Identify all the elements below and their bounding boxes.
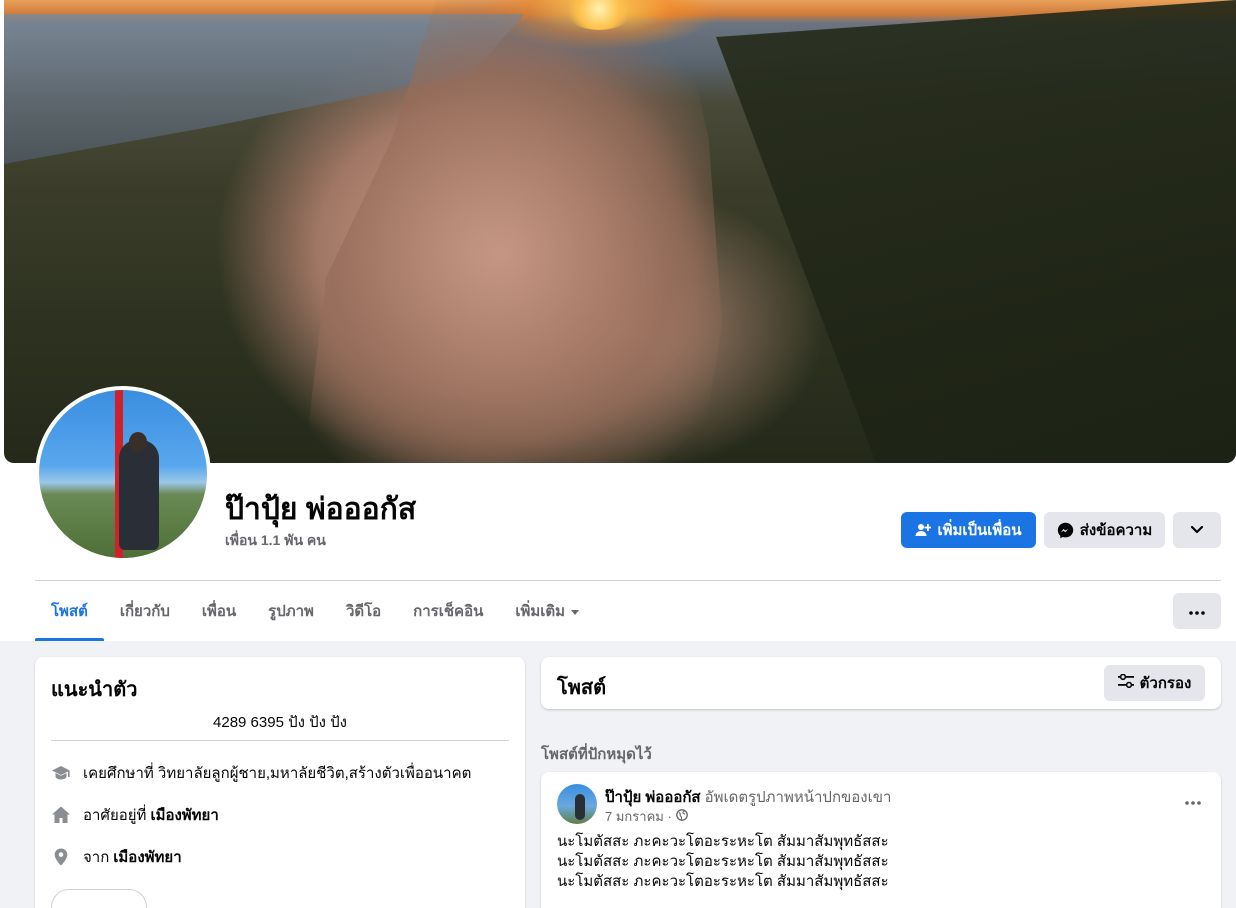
post-action-text: อัพเดตรูปภาพหน้าปกของเขา [704,789,892,806]
friends-count[interactable]: เพื่อน 1.1 พัน คน [225,530,326,552]
home-icon [51,805,71,825]
pinned-post: ป๊าปุ้ย พ่อออกัส อัพเดตรูปภาพหน้าปกของเขา… [541,772,1221,908]
intro-lives: อาศัยอยู่ที่ เมืองพัทยา [51,803,219,827]
pinned-posts-label: โพสต์ที่ปักหมุดไว้ [541,746,652,763]
avatar-head [129,432,147,452]
post-meta: 7 มกราคม · [605,806,688,827]
post-line: นะโมตัสสะ ภะคะวะโตอะระหะโต สัมมาสัมพุทธั… [557,853,889,870]
tab-label: วิดีโอ [345,603,382,620]
tab-about[interactable]: เกี่ยวกับ [104,581,186,641]
tab-videos[interactable]: วิดีโอ [330,581,397,641]
intro-card: แนะนำตัว 4289 6395 ปัง ปัง ปัง เคยศึกษาท… [35,657,525,908]
intro-bio: 4289 6395 ปัง ปัง ปัง [213,714,347,731]
intro-from: จาก เมืองพัทยา [51,845,182,869]
cover-photo[interactable] [4,0,1236,463]
message-label: ส่งข้อความ [1079,522,1153,539]
message-button[interactable]: ส่งข้อความ [1044,512,1165,548]
graduation-cap-icon [51,763,71,783]
tab-label: รูปภาพ [268,603,314,620]
intro-partial-button[interactable] [51,889,147,908]
post-options-button[interactable] [1185,792,1201,810]
add-friend-button[interactable]: เพิ่มเป็นเพื่อน [901,512,1036,548]
map-pin-icon [51,847,71,867]
tab-posts[interactable]: โพสต์ [35,581,104,641]
tab-friends[interactable]: เพื่อน [186,581,252,641]
tab-label: เพิ่มเติม [515,603,566,620]
from-prefix: จาก [83,849,110,866]
avatar-person [119,440,159,550]
intro-divider [51,740,509,741]
profile-avatar[interactable] [35,386,211,562]
person-plus-icon [915,522,932,538]
intro-title: แนะนำตัว [51,679,138,701]
chevron-down-icon [1191,526,1203,534]
sliders-icon [1117,673,1134,692]
posts-title: โพสต์ [557,677,607,699]
tab-label: การเช็คอิน [413,603,484,620]
post-line: นะโมตัสสะ ภะคะวะโตอะระหะโต สัมมาสัมพุทธั… [557,833,889,850]
messenger-icon [1057,522,1074,539]
more-dots-icon [1189,602,1205,620]
profile-name: ป๊าปุ้ย พ่อออกัส [225,493,417,526]
filter-label: ตัวกรอง [1139,675,1192,692]
post-author-name[interactable]: ป๊าปุ้ย พ่อออกัส [605,789,701,806]
post-date[interactable]: 7 มกราคม · [605,806,672,827]
post-body: นะโมตัสสะ ภะคะวะโตอะระหะโต สัมมาสัมพุทธั… [557,832,889,892]
from-place-link[interactable]: เมืองพัทยา [113,845,181,869]
post-author-avatar[interactable] [557,784,597,824]
tab-more[interactable]: เพิ่มเติม [499,581,595,641]
posts-header-card: โพสต์ ตัวกรอง [541,657,1221,709]
post-line: นะโมตัสสะ ภะคะวะโตอะระหะโต สัมมาสัมพุทธั… [557,873,889,890]
tab-label: เกี่ยวกับ [119,603,170,620]
add-friend-label: เพิ่มเป็นเพื่อน [937,522,1022,539]
tab-checkins[interactable]: การเช็คอิน [397,581,499,641]
globe-icon [675,809,688,824]
filter-button[interactable]: ตัวกรอง [1104,665,1205,701]
tab-label: โพสต์ [51,603,88,620]
profile-tabs: โพสต์ เกี่ยวกับ เพื่อน รูปภาพ วิดีโอ การ… [35,581,595,641]
tabs-overflow-button[interactable] [1173,593,1221,629]
tab-label: เพื่อน [201,603,237,620]
intro-education: เคยศึกษาที่ วิทยาลัยลูกผู้ชาย,มหาลัยชีวิ… [51,761,471,785]
profile-more-button[interactable] [1173,512,1221,548]
lives-place-link[interactable]: เมืองพัทยา [150,803,218,827]
caret-down-icon [571,609,580,615]
lives-prefix: อาศัยอยู่ที่ [83,807,147,824]
tab-photos[interactable]: รูปภาพ [252,581,330,641]
education-text: เคยศึกษาที่ วิทยาลัยลูกผู้ชาย,มหาลัยชีวิ… [83,765,472,782]
